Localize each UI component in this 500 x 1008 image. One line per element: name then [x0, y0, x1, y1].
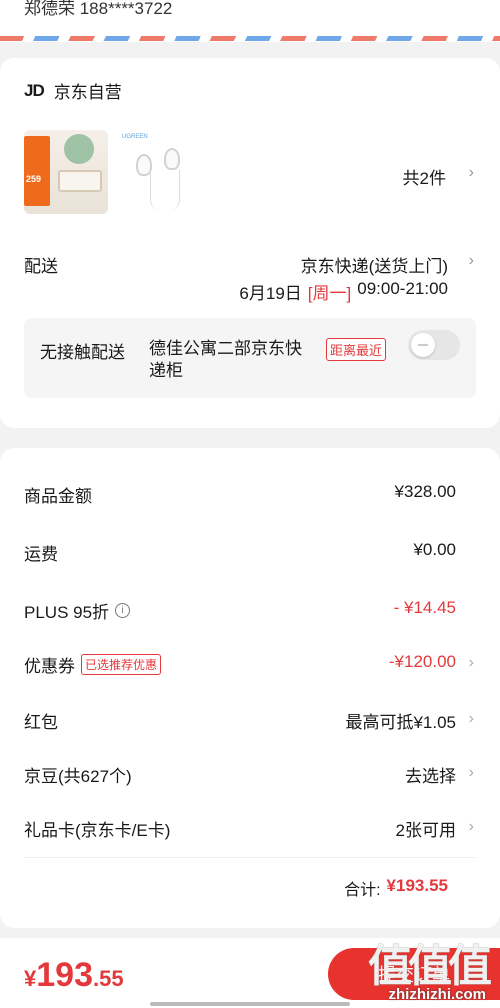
product-thumbnail-earphones[interactable]: UGREEN — [118, 130, 202, 214]
no-contact-delivery: 无接触配送 德佳公寓二部京东快递柜 距离最近 — [24, 318, 476, 398]
divider — [24, 857, 476, 858]
address-text: 郑德荣 188****3722 — [24, 0, 173, 18]
plus-discount-value: - ¥14.45 — [393, 598, 456, 617]
chevron-right-icon[interactable]: › — [469, 710, 474, 728]
delivery-date: 6月19日 — [239, 284, 302, 303]
total-label: 合计: — [344, 882, 381, 899]
gift-card-label: 礼品卡(京东卡/E卡) — [24, 821, 171, 840]
home-indicator[interactable] — [150, 1002, 350, 1006]
goods-amount-label: 商品金额 — [24, 487, 92, 506]
no-contact-label: 无接触配送 — [40, 343, 125, 362]
earbud-image — [164, 148, 180, 170]
address-strip[interactable]: 郑德荣 188****3722 — [0, 0, 500, 42]
shop-name: 京东自营 — [53, 83, 122, 102]
chevron-right-icon[interactable]: › — [469, 252, 474, 270]
delivery-weekday: [周一] — [307, 284, 352, 303]
plant-image — [64, 134, 94, 164]
coupon-value: -¥120.00 — [388, 652, 456, 671]
no-contact-toggle[interactable] — [408, 330, 460, 360]
coupon-badge: 已选推荐优惠 — [81, 654, 162, 675]
shipping-row: 运费 ¥0.00 — [24, 536, 456, 566]
jingdou-value: 去选择 — [405, 767, 456, 786]
delivery-method[interactable]: 京东快递(送货上门) — [301, 252, 448, 277]
shipping-value: ¥0.00 — [413, 540, 456, 559]
radio-image — [58, 170, 102, 192]
airmail-border — [0, 36, 500, 41]
submit-order-button[interactable]: 提交订单 — [328, 948, 500, 1000]
chevron-right-icon[interactable]: › — [469, 654, 474, 672]
jd-logo-icon: JD — [24, 80, 45, 100]
coupon-label-wrap: 优惠券 已选推荐优惠 — [24, 652, 162, 677]
chevron-right-icon[interactable]: › — [469, 164, 474, 182]
shop-card: JD 京东自营 259 UGREEN 共2件 › 配送 京东快递(送货上门) ›… — [0, 58, 500, 428]
pay-total: ¥193.55 — [24, 956, 124, 995]
gift-card-value: 2张可用 — [395, 821, 456, 840]
red-packet-value: 最高可抵¥1.05 — [345, 713, 456, 732]
pay-currency: ¥ — [24, 966, 37, 991]
pay-amount-int: 193 — [36, 956, 93, 994]
coupon-label: 优惠券 — [24, 657, 75, 676]
plus-discount-label: PLUS 95折 — [24, 603, 110, 622]
jingdou-label: 京豆(共627个) — [24, 767, 132, 786]
toggle-knob — [411, 333, 435, 357]
thumb-price: 259 — [26, 174, 42, 184]
checkout-bar: ¥193.55 提交订单 — [0, 938, 500, 1008]
product-thumbnail-radio[interactable]: 259 — [24, 130, 108, 214]
goods-amount-value: ¥328.00 — [394, 482, 456, 501]
goods-amount-row: 商品金额 ¥328.00 — [24, 478, 456, 508]
thumb-brand: UGREEN — [122, 134, 148, 140]
red-packet-label: 红包 — [24, 713, 58, 732]
delivery-label: 配送 — [24, 257, 58, 276]
gift-card-row[interactable]: 礼品卡(京东卡/E卡) 2张可用 — [24, 812, 456, 842]
total-line: 合计: ¥193.55 — [344, 876, 448, 900]
item-count[interactable]: 共2件 — [403, 164, 446, 189]
jingdou-row[interactable]: 京豆(共627个) 去选择 — [24, 758, 456, 788]
fee-card: 商品金额 ¥328.00 运费 ¥0.00 PLUS 95折 i - ¥14.4… — [0, 448, 500, 928]
red-packet-row[interactable]: 红包 最高可抵¥1.05 — [24, 704, 456, 734]
thumb-banner — [24, 136, 50, 206]
total-value: ¥193.55 — [386, 876, 448, 895]
chevron-right-icon[interactable]: › — [469, 818, 474, 836]
chevron-right-icon[interactable]: › — [469, 764, 474, 782]
shop-header: JD 京东自营 — [24, 78, 122, 103]
shipping-label: 运费 — [24, 545, 58, 564]
pay-amount-dec: .55 — [92, 966, 124, 991]
info-icon[interactable]: i — [115, 603, 131, 618]
plus-discount-label-wrap: PLUS 95折 i — [24, 598, 131, 623]
cable-image — [150, 170, 180, 210]
plus-discount-row: PLUS 95折 i - ¥14.45 — [24, 594, 456, 624]
nearest-badge: 距离最近 — [326, 338, 387, 361]
coupon-row[interactable]: 优惠券 已选推荐优惠 -¥120.00 — [24, 648, 456, 678]
no-contact-place: 德佳公寓二部京东快递柜 — [149, 339, 302, 380]
delivery-timeslot: 09:00-21:00 — [357, 279, 448, 298]
delivery-time[interactable]: 6月19日 [周一] 09:00-21:00 — [239, 279, 448, 304]
